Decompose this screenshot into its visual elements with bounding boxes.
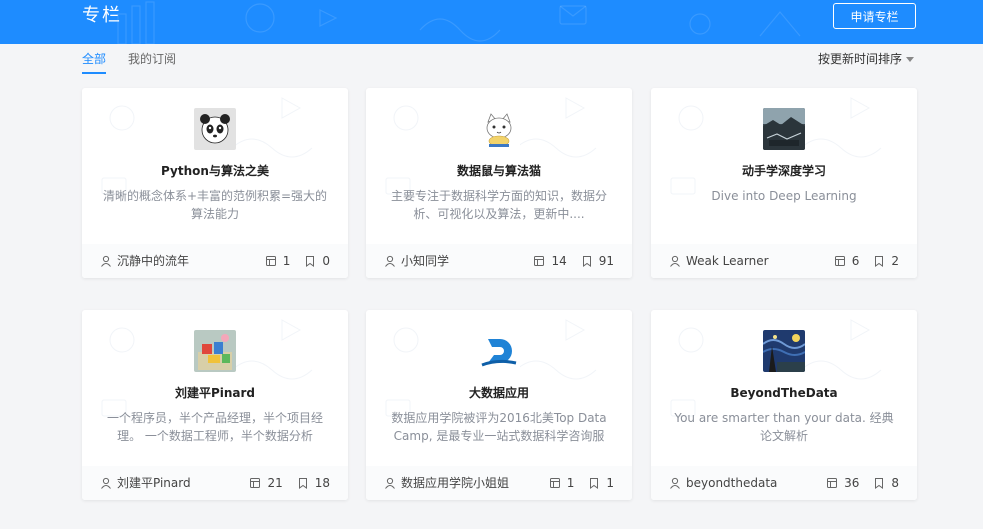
card-description: 清晰的概念体系+丰富的范例积累=强大的算法能力 <box>102 189 328 221</box>
bookmark-icon <box>875 478 884 489</box>
card-footer: beyondthedata 36 8 <box>651 466 917 500</box>
article-count: 14 <box>533 254 567 268</box>
bookmark-icon <box>875 256 884 267</box>
user-icon <box>101 477 111 489</box>
card-author[interactable]: 刘建平Pinard <box>100 466 191 500</box>
column-card[interactable]: Python与算法之美 清晰的概念体系+丰富的范例积累=强大的算法能力 沉静中的… <box>82 88 348 278</box>
card-author[interactable]: 沉静中的流年 <box>100 244 189 278</box>
subscriber-count: 18 <box>297 476 330 490</box>
card-title[interactable]: 大数据应用 <box>376 384 622 402</box>
toy-blocks-avatar-icon <box>194 330 236 372</box>
card-author[interactable]: Weak Learner <box>669 244 769 278</box>
article-count: 36 <box>826 476 859 490</box>
article-icon <box>265 256 276 266</box>
card-footer: 小知同学 14 91 <box>366 244 632 278</box>
card-description: 数据应用学院被评为2016北美Top Data Camp, 是最专业一站式数据科… <box>391 411 607 443</box>
article-icon <box>250 478 261 488</box>
card-stats: 1 1 <box>535 466 614 500</box>
sort-dropdown[interactable]: 按更新时间排序 <box>818 50 915 68</box>
article-icon <box>549 478 560 488</box>
cat-avatar-icon <box>478 108 520 150</box>
subscriber-count: 0 <box>304 254 330 268</box>
card-description: 主要专注于数据科学方面的知识，数据分析、可视化以及算法，更新中.... <box>390 189 607 221</box>
card-footer: 刘建平Pinard 21 18 <box>82 466 348 500</box>
card-footer: 沉静中的流年 1 0 <box>82 244 348 278</box>
article-count: 1 <box>549 476 574 490</box>
bookmark-icon <box>582 256 591 267</box>
author-name: Weak Learner <box>686 254 769 268</box>
author-name: 沉静中的流年 <box>117 254 190 268</box>
user-icon <box>385 477 395 489</box>
article-icon <box>834 256 845 266</box>
user-icon <box>670 255 680 267</box>
user-icon <box>101 255 111 267</box>
column-card[interactable]: BeyondTheData You are smarter than your … <box>651 310 917 500</box>
card-title[interactable]: 数据鼠与算法猫 <box>376 162 622 180</box>
column-card[interactable]: 刘建平Pinard 一个程序员，半个产品经理，半个项目经理。 一个数据工程师，半… <box>82 310 348 500</box>
card-title[interactable]: Python与算法之美 <box>92 162 338 180</box>
card-stats: 36 8 <box>812 466 899 500</box>
bookmark-icon <box>306 256 315 267</box>
article-icon <box>534 256 545 266</box>
card-footer: 数据应用学院小姐姐 1 1 <box>366 466 632 500</box>
subscriber-count: 8 <box>873 476 899 490</box>
panda-avatar-icon <box>194 108 236 150</box>
card-stats: 6 2 <box>820 244 899 278</box>
page-header: 专栏 申请专栏 <box>0 0 983 44</box>
caret-down-icon <box>906 57 915 62</box>
tab-all[interactable]: 全部 <box>82 50 107 74</box>
card-title[interactable]: 动手学深度学习 <box>661 162 907 180</box>
page-title: 专栏 <box>82 5 122 26</box>
card-description: 一个程序员，半个产品经理，半个项目经理。 一个数据工程师，半个数据分析师。... <box>106 411 323 443</box>
article-count: 1 <box>265 254 290 268</box>
author-name: 小知同学 <box>401 254 450 268</box>
subscriber-count: 1 <box>588 476 614 490</box>
bookmark-icon <box>590 478 599 489</box>
author-name: 数据应用学院小姐姐 <box>401 476 510 490</box>
author-name: 刘建平Pinard <box>117 476 191 490</box>
article-count: 6 <box>834 254 859 268</box>
card-footer: Weak Learner 6 2 <box>651 244 917 278</box>
landscape-avatar-icon <box>763 108 805 150</box>
column-card[interactable]: 大数据应用 数据应用学院被评为2016北美Top Data Camp, 是最专业… <box>366 310 632 500</box>
article-count: 21 <box>249 476 283 490</box>
d-logo-avatar-icon <box>478 330 520 372</box>
card-author[interactable]: 小知同学 <box>384 244 449 278</box>
card-stats: 1 0 <box>251 244 330 278</box>
apply-column-button[interactable]: 申请专栏 <box>833 3 916 29</box>
user-icon <box>385 255 395 267</box>
subscriber-count: 2 <box>873 254 899 268</box>
card-author[interactable]: 数据应用学院小姐姐 <box>384 466 509 500</box>
bookmark-icon <box>298 478 307 489</box>
card-description: Dive into Deep Learning <box>711 189 857 203</box>
card-stats: 21 18 <box>235 466 330 500</box>
author-name: beyondthedata <box>686 476 778 490</box>
card-title[interactable]: 刘建平Pinard <box>92 384 338 402</box>
card-author[interactable]: beyondthedata <box>669 466 777 500</box>
article-icon <box>827 478 838 488</box>
card-title[interactable]: BeyondTheData <box>661 384 907 402</box>
sort-label: 按更新时间排序 <box>818 52 903 66</box>
starry-night-avatar-icon <box>763 330 805 372</box>
user-icon <box>670 477 680 489</box>
tab-my-subscriptions[interactable]: 我的订阅 <box>128 50 176 72</box>
subscriber-count: 91 <box>581 254 614 268</box>
column-card[interactable]: 动手学深度学习 Dive into Deep Learning Weak Lea… <box>651 88 917 278</box>
column-card[interactable]: 数据鼠与算法猫 主要专注于数据科学方面的知识，数据分析、可视化以及算法，更新中.… <box>366 88 632 278</box>
card-stats: 14 91 <box>519 244 614 278</box>
card-description: You are smarter than your data. 经典论文解析 <box>674 411 894 443</box>
